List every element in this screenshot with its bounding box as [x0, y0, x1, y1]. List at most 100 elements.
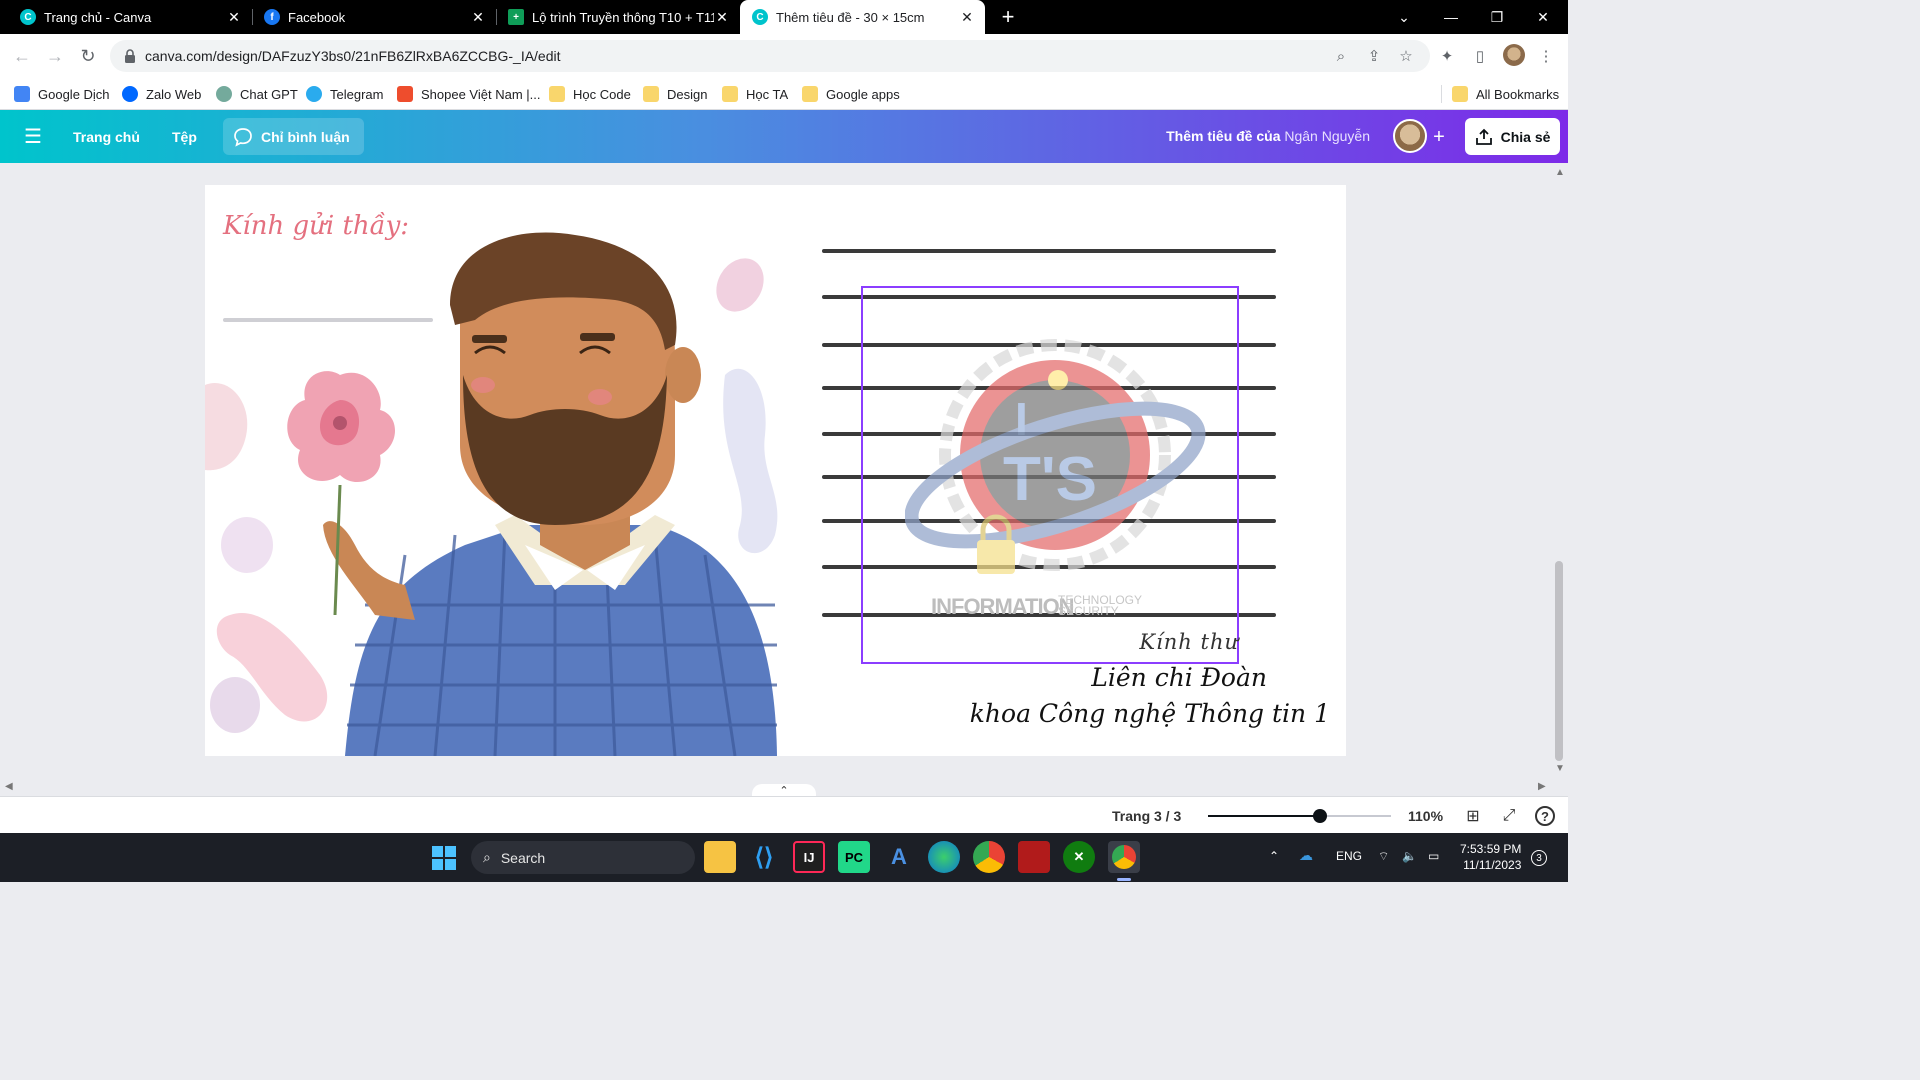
home-menu-button[interactable]: Trang chủ: [73, 110, 140, 163]
tray-chevron-up-icon[interactable]: ⌃: [1269, 849, 1279, 863]
notification-badge[interactable]: 3: [1531, 850, 1547, 866]
add-collaborator-icon[interactable]: +: [1429, 126, 1449, 148]
xbox-icon[interactable]: ✕: [1063, 841, 1095, 873]
signature-line-1[interactable]: Kính thư: [1139, 630, 1239, 654]
battery-icon[interactable]: ▭: [1428, 849, 1439, 863]
address-bar[interactable]: canva.com/design/DAFzuzY3bs0/21nFB6ZlRxB…: [110, 40, 1430, 72]
bookmark-shopee[interactable]: Shopee Việt Nam |...: [397, 84, 540, 104]
file-explorer-icon[interactable]: [704, 841, 736, 873]
hamburger-menu-icon[interactable]: ☰: [24, 110, 44, 163]
windows-start-icon[interactable]: [432, 846, 456, 870]
new-tab-button[interactable]: +: [996, 4, 1020, 29]
browser-toolbar: ← → ↻ canva.com/design/DAFzuzY3bs0/21nFB…: [0, 34, 1568, 78]
facebook-icon: f: [264, 9, 280, 25]
editor-footer: Trang 3 / 3 110% ⊞ ⤢ ?: [0, 796, 1568, 833]
bookmarks-bar: Google Dịch Zalo Web Chat GPT Telegram S…: [0, 78, 1568, 110]
scroll-down-arrow-icon[interactable]: ▼: [1555, 763, 1565, 774]
folder-icon: [1452, 86, 1468, 102]
bookmark-label: Design: [667, 86, 708, 102]
intellij-icon[interactable]: IJ: [793, 841, 825, 873]
bookmark-label: Học TA: [746, 86, 789, 102]
minimize-button[interactable]: —: [1428, 0, 1474, 34]
bookmark-chatgpt[interactable]: Chat GPT: [216, 84, 298, 104]
tab-search-chevron-icon[interactable]: ⌄: [1381, 0, 1427, 34]
vertical-scrollbar[interactable]: ▲ ▼: [1551, 163, 1568, 800]
chrome-menu-icon[interactable]: ⋮: [1536, 46, 1556, 66]
reload-button[interactable]: ↻: [76, 44, 100, 68]
chrome-active-icon[interactable]: [1108, 841, 1140, 873]
edge-icon[interactable]: [928, 841, 960, 873]
zoom-slider[interactable]: [1208, 809, 1391, 823]
system-clock[interactable]: 7:53:59 PM 11/11/2023: [1460, 841, 1521, 873]
close-tab-icon[interactable]: ✕: [470, 9, 486, 25]
bookmark-folder-design[interactable]: Design: [643, 84, 707, 104]
bookmark-label: Zalo Web: [146, 86, 202, 102]
fullscreen-icon[interactable]: ⤢: [1498, 805, 1520, 827]
help-icon[interactable]: ?: [1535, 806, 1555, 826]
document-title[interactable]: Thêm tiêu đề của Ngân Nguyễn: [1166, 128, 1370, 144]
canva-icon: C: [20, 9, 36, 25]
folder-icon: [643, 86, 659, 102]
zoom-percentage[interactable]: 110%: [1408, 808, 1443, 824]
restore-button[interactable]: ❐: [1474, 0, 1520, 34]
logo-subtext: TECHNOLOGY SECURITY: [1058, 594, 1142, 617]
bookmark-folder-google-apps[interactable]: Google apps: [802, 84, 900, 104]
comment-only-button[interactable]: Chỉ bình luận: [223, 118, 364, 155]
wifi-icon[interactable]: ⌔: [1378, 849, 1389, 864]
signature-line-2[interactable]: Liên chi Đoàn: [1091, 663, 1267, 692]
share-label: Chia sẻ: [1500, 128, 1551, 145]
collaborator-avatar[interactable]: [1393, 119, 1427, 153]
close-tab-icon[interactable]: ✕: [714, 9, 730, 25]
profile-avatar[interactable]: [1503, 44, 1525, 66]
app-a-icon[interactable]: A: [883, 841, 915, 873]
lock-icon[interactable]: [122, 48, 138, 64]
zoom-icon[interactable]: ⌕: [1331, 46, 1351, 66]
back-button[interactable]: ←: [10, 44, 34, 68]
scroll-right-arrow-icon[interactable]: ▶: [1538, 781, 1546, 792]
url-text[interactable]: canva.com/design/DAFzuzY3bs0/21nFB6ZlRxB…: [145, 48, 561, 64]
vertical-scroll-thumb[interactable]: [1555, 561, 1563, 761]
chrome-icon[interactable]: [973, 841, 1005, 873]
vscode-icon[interactable]: ⟨⟩: [748, 841, 780, 873]
bookmark-telegram[interactable]: Telegram: [306, 84, 383, 104]
volume-icon[interactable]: 🔈: [1402, 849, 1417, 863]
tab-title: Thêm tiêu đề - 30 × 15cm: [776, 9, 925, 25]
close-tab-icon[interactable]: ✕: [226, 9, 242, 25]
pycharm-icon[interactable]: PC: [838, 841, 870, 873]
canvas-workspace[interactable]: Kính gửi thầy: I T'S INFORMATION TECHNOL…: [0, 163, 1568, 800]
scroll-left-arrow-icon[interactable]: ◀: [5, 781, 13, 792]
google-sheets-icon: +: [508, 9, 524, 25]
bookmark-folder-hoc-ta[interactable]: Học TA: [722, 84, 788, 104]
bookmark-label: Telegram: [330, 86, 384, 102]
share-page-icon[interactable]: ⇪: [1364, 46, 1384, 66]
bookmark-star-icon[interactable]: ☆: [1396, 46, 1416, 66]
forward-button[interactable]: →: [43, 44, 67, 68]
taskbar-search[interactable]: ⌕ Search: [471, 841, 695, 874]
zoom-slider-knob[interactable]: [1312, 809, 1327, 823]
scroll-up-arrow-icon[interactable]: ▲: [1555, 167, 1565, 178]
tab-facebook[interactable]: f Facebook ✕: [252, 0, 496, 34]
man-with-flower-illustration[interactable]: [205, 225, 785, 756]
bookmark-folder-hoc-code[interactable]: Học Code: [549, 84, 631, 104]
side-panel-icon[interactable]: ▯: [1470, 46, 1490, 66]
grid-view-icon[interactable]: ⊞: [1462, 805, 1484, 827]
onedrive-icon[interactable]: ☁: [1299, 847, 1313, 864]
tab-sheets[interactable]: + Lộ trình Truyền thông T10 + T11 ✕: [496, 0, 740, 34]
design-page[interactable]: Kính gửi thầy: I T'S INFORMATION TECHNOL…: [205, 185, 1346, 756]
canva-header: ☰ Trang chủ Tệp Chỉ bình luận Thêm tiêu …: [0, 110, 1568, 163]
file-menu-button[interactable]: Tệp: [172, 110, 197, 163]
tab-canva-home[interactable]: C Trang chủ - Canva ✕: [0, 0, 252, 34]
all-bookmarks[interactable]: All Bookmarks: [1452, 84, 1559, 104]
bookmark-google-translate[interactable]: Google Dịch: [14, 84, 110, 104]
bookmark-zalo[interactable]: Zalo Web: [122, 84, 201, 104]
share-button[interactable]: Chia sẻ: [1465, 118, 1560, 155]
tab-canva-design[interactable]: C Thêm tiêu đề - 30 × 15cm ✕: [740, 0, 985, 34]
game-app-icon[interactable]: [1018, 841, 1050, 873]
close-window-button[interactable]: ✕: [1520, 0, 1566, 34]
canva-icon: C: [752, 9, 768, 25]
close-tab-icon[interactable]: ✕: [959, 9, 975, 25]
page-indicator[interactable]: Trang 3 / 3: [1112, 808, 1181, 824]
signature-line-3[interactable]: khoa Công nghệ Thông tin 1: [970, 699, 1330, 728]
language-indicator[interactable]: ENG: [1336, 849, 1362, 863]
extensions-icon[interactable]: ✦: [1437, 46, 1457, 66]
